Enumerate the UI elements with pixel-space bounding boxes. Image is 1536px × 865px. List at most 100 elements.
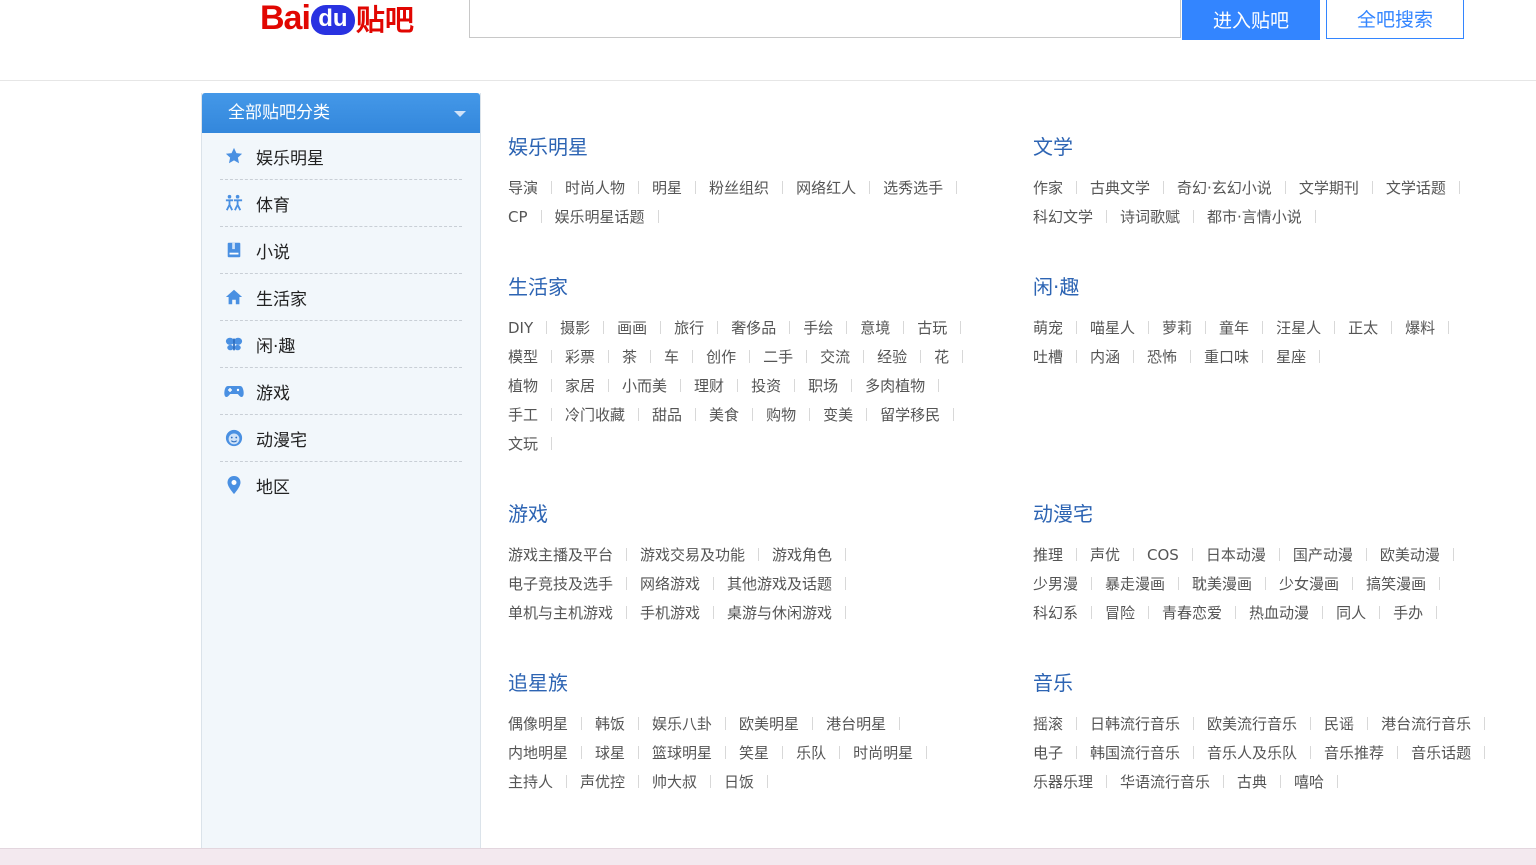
category-tag-link[interactable]: 科幻文学 bbox=[1033, 203, 1093, 232]
category-tag-link[interactable]: 主持人 bbox=[508, 768, 553, 797]
section-title[interactable]: 文学 bbox=[1033, 132, 1503, 162]
category-tag-link[interactable]: 内涵 bbox=[1090, 343, 1120, 372]
category-tag-link[interactable]: 正太 bbox=[1348, 314, 1378, 343]
category-tag-link[interactable]: 音乐人及乐队 bbox=[1207, 739, 1297, 768]
category-tag-link[interactable]: 港台流行音乐 bbox=[1381, 710, 1471, 739]
category-tag-link[interactable]: 耽美漫画 bbox=[1192, 570, 1252, 599]
category-tag-link[interactable]: 植物 bbox=[508, 372, 538, 401]
baidu-tieba-logo[interactable]: Bai du 贴吧 bbox=[260, 0, 414, 40]
category-tag-link[interactable]: 暴走漫画 bbox=[1105, 570, 1165, 599]
category-tag-link[interactable]: 科幻系 bbox=[1033, 599, 1078, 628]
category-tag-link[interactable]: CP bbox=[508, 203, 528, 232]
category-tag-link[interactable]: 篮球明星 bbox=[652, 739, 712, 768]
category-tag-link[interactable]: 娱乐八卦 bbox=[652, 710, 712, 739]
category-tag-link[interactable]: 嘻哈 bbox=[1294, 768, 1324, 797]
category-tag-link[interactable]: 热血动漫 bbox=[1249, 599, 1309, 628]
category-tag-link[interactable]: 日韩流行音乐 bbox=[1090, 710, 1180, 739]
category-tag-link[interactable]: 国产动漫 bbox=[1293, 541, 1353, 570]
category-tag-link[interactable]: 恐怖 bbox=[1147, 343, 1177, 372]
category-tag-link[interactable]: 创作 bbox=[706, 343, 736, 372]
category-tag-link[interactable]: 少男漫 bbox=[1033, 570, 1078, 599]
category-tag-link[interactable]: 家居 bbox=[565, 372, 595, 401]
category-tag-link[interactable]: 时尚人物 bbox=[565, 174, 625, 203]
sidebar-item-region[interactable]: 地区 bbox=[220, 462, 462, 508]
category-tag-link[interactable]: 意境 bbox=[860, 314, 890, 343]
category-tag-link[interactable]: 港台明星 bbox=[826, 710, 886, 739]
category-tag-link[interactable]: 欧美流行音乐 bbox=[1207, 710, 1297, 739]
category-tag-link[interactable]: 童年 bbox=[1219, 314, 1249, 343]
category-tag-link[interactable]: 旅行 bbox=[674, 314, 704, 343]
category-tag-link[interactable]: 选秀选手 bbox=[883, 174, 943, 203]
category-tag-link[interactable]: 画画 bbox=[617, 314, 647, 343]
category-tag-link[interactable]: 粉丝组织 bbox=[709, 174, 769, 203]
sidebar-item-novel[interactable]: 小说 bbox=[220, 227, 462, 274]
sidebar-item-life[interactable]: 生活家 bbox=[220, 274, 462, 321]
category-tag-link[interactable]: 球星 bbox=[595, 739, 625, 768]
category-tag-link[interactable]: 摄影 bbox=[560, 314, 590, 343]
section-title[interactable]: 闲·趣 bbox=[1033, 272, 1503, 302]
category-tag-link[interactable]: 内地明星 bbox=[508, 739, 568, 768]
sidebar-header[interactable]: 全部贴吧分类 bbox=[202, 93, 480, 133]
category-tag-link[interactable]: 游戏主播及平台 bbox=[508, 541, 613, 570]
category-tag-link[interactable]: 网络游戏 bbox=[640, 570, 700, 599]
category-tag-link[interactable]: 留学移民 bbox=[880, 401, 940, 430]
category-tag-link[interactable]: 明星 bbox=[652, 174, 682, 203]
category-tag-link[interactable]: 美食 bbox=[709, 401, 739, 430]
category-tag-link[interactable]: 喵星人 bbox=[1090, 314, 1135, 343]
category-tag-link[interactable]: 萌宠 bbox=[1033, 314, 1063, 343]
category-tag-link[interactable]: 多肉植物 bbox=[865, 372, 925, 401]
category-tag-link[interactable]: 冒险 bbox=[1105, 599, 1135, 628]
sidebar-item-leisure[interactable]: 闲·趣 bbox=[220, 321, 462, 368]
category-tag-link[interactable]: 笑星 bbox=[739, 739, 769, 768]
category-tag-link[interactable]: 文学话题 bbox=[1386, 174, 1446, 203]
category-tag-link[interactable]: 青春恋爱 bbox=[1162, 599, 1222, 628]
category-tag-link[interactable]: 彩票 bbox=[565, 343, 595, 372]
category-tag-link[interactable]: 游戏交易及功能 bbox=[640, 541, 745, 570]
category-tag-link[interactable]: 二手 bbox=[763, 343, 793, 372]
section-title[interactable]: 生活家 bbox=[508, 272, 993, 302]
category-tag-link[interactable]: 经验 bbox=[877, 343, 907, 372]
category-tag-link[interactable]: DIY bbox=[508, 314, 533, 343]
sidebar-item-anime[interactable]: 动漫宅 bbox=[220, 415, 462, 462]
category-tag-link[interactable]: 手绘 bbox=[803, 314, 833, 343]
category-tag-link[interactable]: 声优控 bbox=[580, 768, 625, 797]
category-tag-link[interactable]: 桌游与休闲游戏 bbox=[727, 599, 832, 628]
category-tag-link[interactable]: 单机与主机游戏 bbox=[508, 599, 613, 628]
category-tag-link[interactable]: 网络红人 bbox=[796, 174, 856, 203]
category-tag-link[interactable]: 古典文学 bbox=[1090, 174, 1150, 203]
category-tag-link[interactable]: 奢侈品 bbox=[731, 314, 776, 343]
category-tag-link[interactable]: 星座 bbox=[1276, 343, 1306, 372]
enter-tieba-button[interactable]: 进入贴吧 bbox=[1182, 0, 1320, 40]
category-tag-link[interactable]: 民谣 bbox=[1324, 710, 1354, 739]
category-tag-link[interactable]: 购物 bbox=[766, 401, 796, 430]
category-tag-link[interactable]: 茶 bbox=[622, 343, 637, 372]
category-tag-link[interactable]: 萝莉 bbox=[1162, 314, 1192, 343]
category-tag-link[interactable]: 其他游戏及话题 bbox=[727, 570, 832, 599]
category-tag-link[interactable]: 欧美明星 bbox=[739, 710, 799, 739]
category-tag-link[interactable]: 古典 bbox=[1237, 768, 1267, 797]
category-tag-link[interactable]: 欧美动漫 bbox=[1380, 541, 1440, 570]
category-tag-link[interactable]: 车 bbox=[664, 343, 679, 372]
category-tag-link[interactable]: 同人 bbox=[1336, 599, 1366, 628]
category-tag-link[interactable]: 奇幻·玄幻小说 bbox=[1177, 174, 1272, 203]
category-tag-link[interactable]: 导演 bbox=[508, 174, 538, 203]
category-tag-link[interactable]: 韩国流行音乐 bbox=[1090, 739, 1180, 768]
category-tag-link[interactable]: 汪星人 bbox=[1276, 314, 1321, 343]
section-title[interactable]: 娱乐明星 bbox=[508, 132, 1008, 162]
category-tag-link[interactable]: 古玩 bbox=[917, 314, 947, 343]
category-tag-link[interactable]: 声优 bbox=[1090, 541, 1120, 570]
category-tag-link[interactable]: 韩饭 bbox=[595, 710, 625, 739]
category-tag-link[interactable]: COS bbox=[1147, 541, 1179, 570]
category-tag-link[interactable]: 电子竞技及选手 bbox=[508, 570, 613, 599]
category-tag-link[interactable]: 吐槽 bbox=[1033, 343, 1063, 372]
category-tag-link[interactable]: 小而美 bbox=[622, 372, 667, 401]
category-tag-link[interactable]: 手机游戏 bbox=[640, 599, 700, 628]
category-tag-link[interactable]: 重口味 bbox=[1204, 343, 1249, 372]
category-tag-link[interactable]: 时尚明星 bbox=[853, 739, 913, 768]
sidebar-item-sports[interactable]: 体育 bbox=[220, 180, 462, 227]
search-input[interactable] bbox=[469, 0, 1181, 38]
section-title[interactable]: 游戏 bbox=[508, 499, 908, 529]
category-tag-link[interactable]: 乐器乐理 bbox=[1033, 768, 1093, 797]
section-title[interactable]: 动漫宅 bbox=[1033, 499, 1503, 529]
category-tag-link[interactable]: 手办 bbox=[1393, 599, 1423, 628]
